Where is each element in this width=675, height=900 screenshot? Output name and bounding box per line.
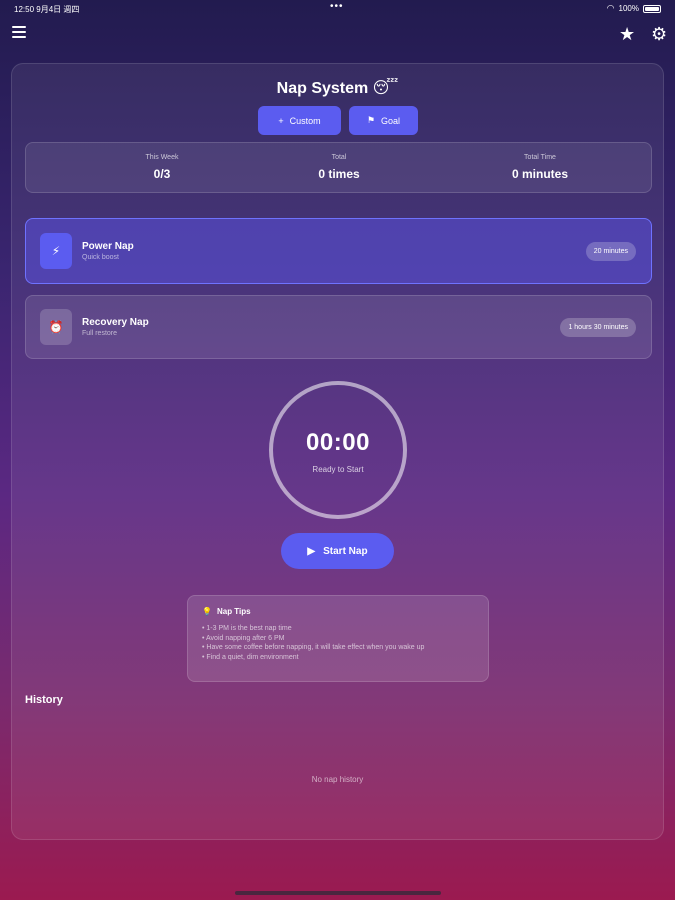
tips-title-text: Nap Tips xyxy=(216,607,251,616)
list-item: • Find a quiet, dim environment xyxy=(202,653,299,661)
list-item: • Avoid napping after 6 PM xyxy=(202,634,285,642)
stat-value: 0 times xyxy=(318,167,360,181)
list-item: • Have some coffee before napping, it wi… xyxy=(202,644,425,651)
history-empty-message: No nap history xyxy=(311,775,364,784)
plus-icon: + xyxy=(278,115,284,126)
menu-icon[interactable] xyxy=(12,26,26,41)
nap-name: Recovery Nap xyxy=(82,317,149,328)
history-heading: History xyxy=(25,694,63,706)
flag-icon: ⚑ xyxy=(366,115,376,125)
timer-ring: 00:00 Ready to Start xyxy=(269,381,407,519)
home-indicator[interactable] xyxy=(235,891,441,895)
tips-title: 💡 Nap Tips xyxy=(202,607,474,616)
custom-button[interactable]: + Custom xyxy=(258,106,341,135)
nap-option-recovery[interactable]: ⏰ Recovery Nap Full restore 1 hours 30 m… xyxy=(25,295,652,359)
battery-icon xyxy=(643,4,661,13)
start-nap-button[interactable]: ▶ Start Nap xyxy=(281,533,394,569)
stat-total: Total 0 times xyxy=(269,154,409,181)
status-right: ◠ 100% xyxy=(607,3,661,14)
goal-button[interactable]: ⚑ Goal xyxy=(349,106,418,135)
stat-total-time: Total Time 0 minutes xyxy=(470,154,610,181)
duration-badge: 1 hours 30 minutes xyxy=(560,318,636,337)
stats-panel: This Week 0/3 Total 0 times Total Time 0… xyxy=(25,142,652,193)
lightning-icon: ⚡ xyxy=(40,233,72,269)
stat-label: Total xyxy=(331,154,347,161)
star-icon[interactable]: ★ xyxy=(619,24,635,45)
duration-badge: 20 minutes xyxy=(585,242,636,261)
wifi-icon: ◠ xyxy=(606,3,615,13)
stat-this-week: This Week 0/3 xyxy=(92,154,232,181)
stat-label: This Week xyxy=(145,154,179,161)
custom-button-label: Custom xyxy=(289,115,321,126)
battery-percent: 100% xyxy=(618,4,639,13)
stat-value: 0 minutes xyxy=(511,167,568,181)
nap-subtitle: Full restore xyxy=(82,330,118,337)
status-time: 12:50 9月4日 週四 xyxy=(14,5,80,14)
nap-subtitle: Quick boost xyxy=(82,254,119,261)
nap-tips-panel: 💡 Nap Tips • 1-3 PM is the best nap time… xyxy=(187,595,489,682)
page-title: Nap System 😴 xyxy=(276,80,399,97)
gear-icon[interactable]: ⚙ xyxy=(651,24,667,45)
timer-time: 00:00 xyxy=(306,429,370,456)
stat-value: 0/3 xyxy=(153,167,171,181)
multitask-dots[interactable]: ••• xyxy=(330,1,344,12)
tips-list: • 1-3 PM is the best nap time • Avoid na… xyxy=(202,624,474,662)
stat-label: Total Time xyxy=(524,154,556,161)
action-buttons: + Custom ⚑ Goal xyxy=(258,106,418,135)
nap-option-power[interactable]: ⚡ Power Nap Quick boost 20 minutes xyxy=(25,218,652,284)
alarm-clock-icon: ⏰ xyxy=(40,309,72,345)
play-icon: ▶ xyxy=(307,545,316,557)
goal-button-label: Goal xyxy=(381,115,401,126)
list-item: • 1-3 PM is the best nap time xyxy=(202,625,292,632)
status-bar: 12:50 9月4日 週四 ••• ◠ 100% xyxy=(0,0,675,16)
timer-status: Ready to Start xyxy=(312,465,364,474)
lightbulb-icon: 💡 xyxy=(202,607,212,616)
nap-name: Power Nap xyxy=(82,241,134,252)
start-nap-label: Start Nap xyxy=(323,545,368,557)
